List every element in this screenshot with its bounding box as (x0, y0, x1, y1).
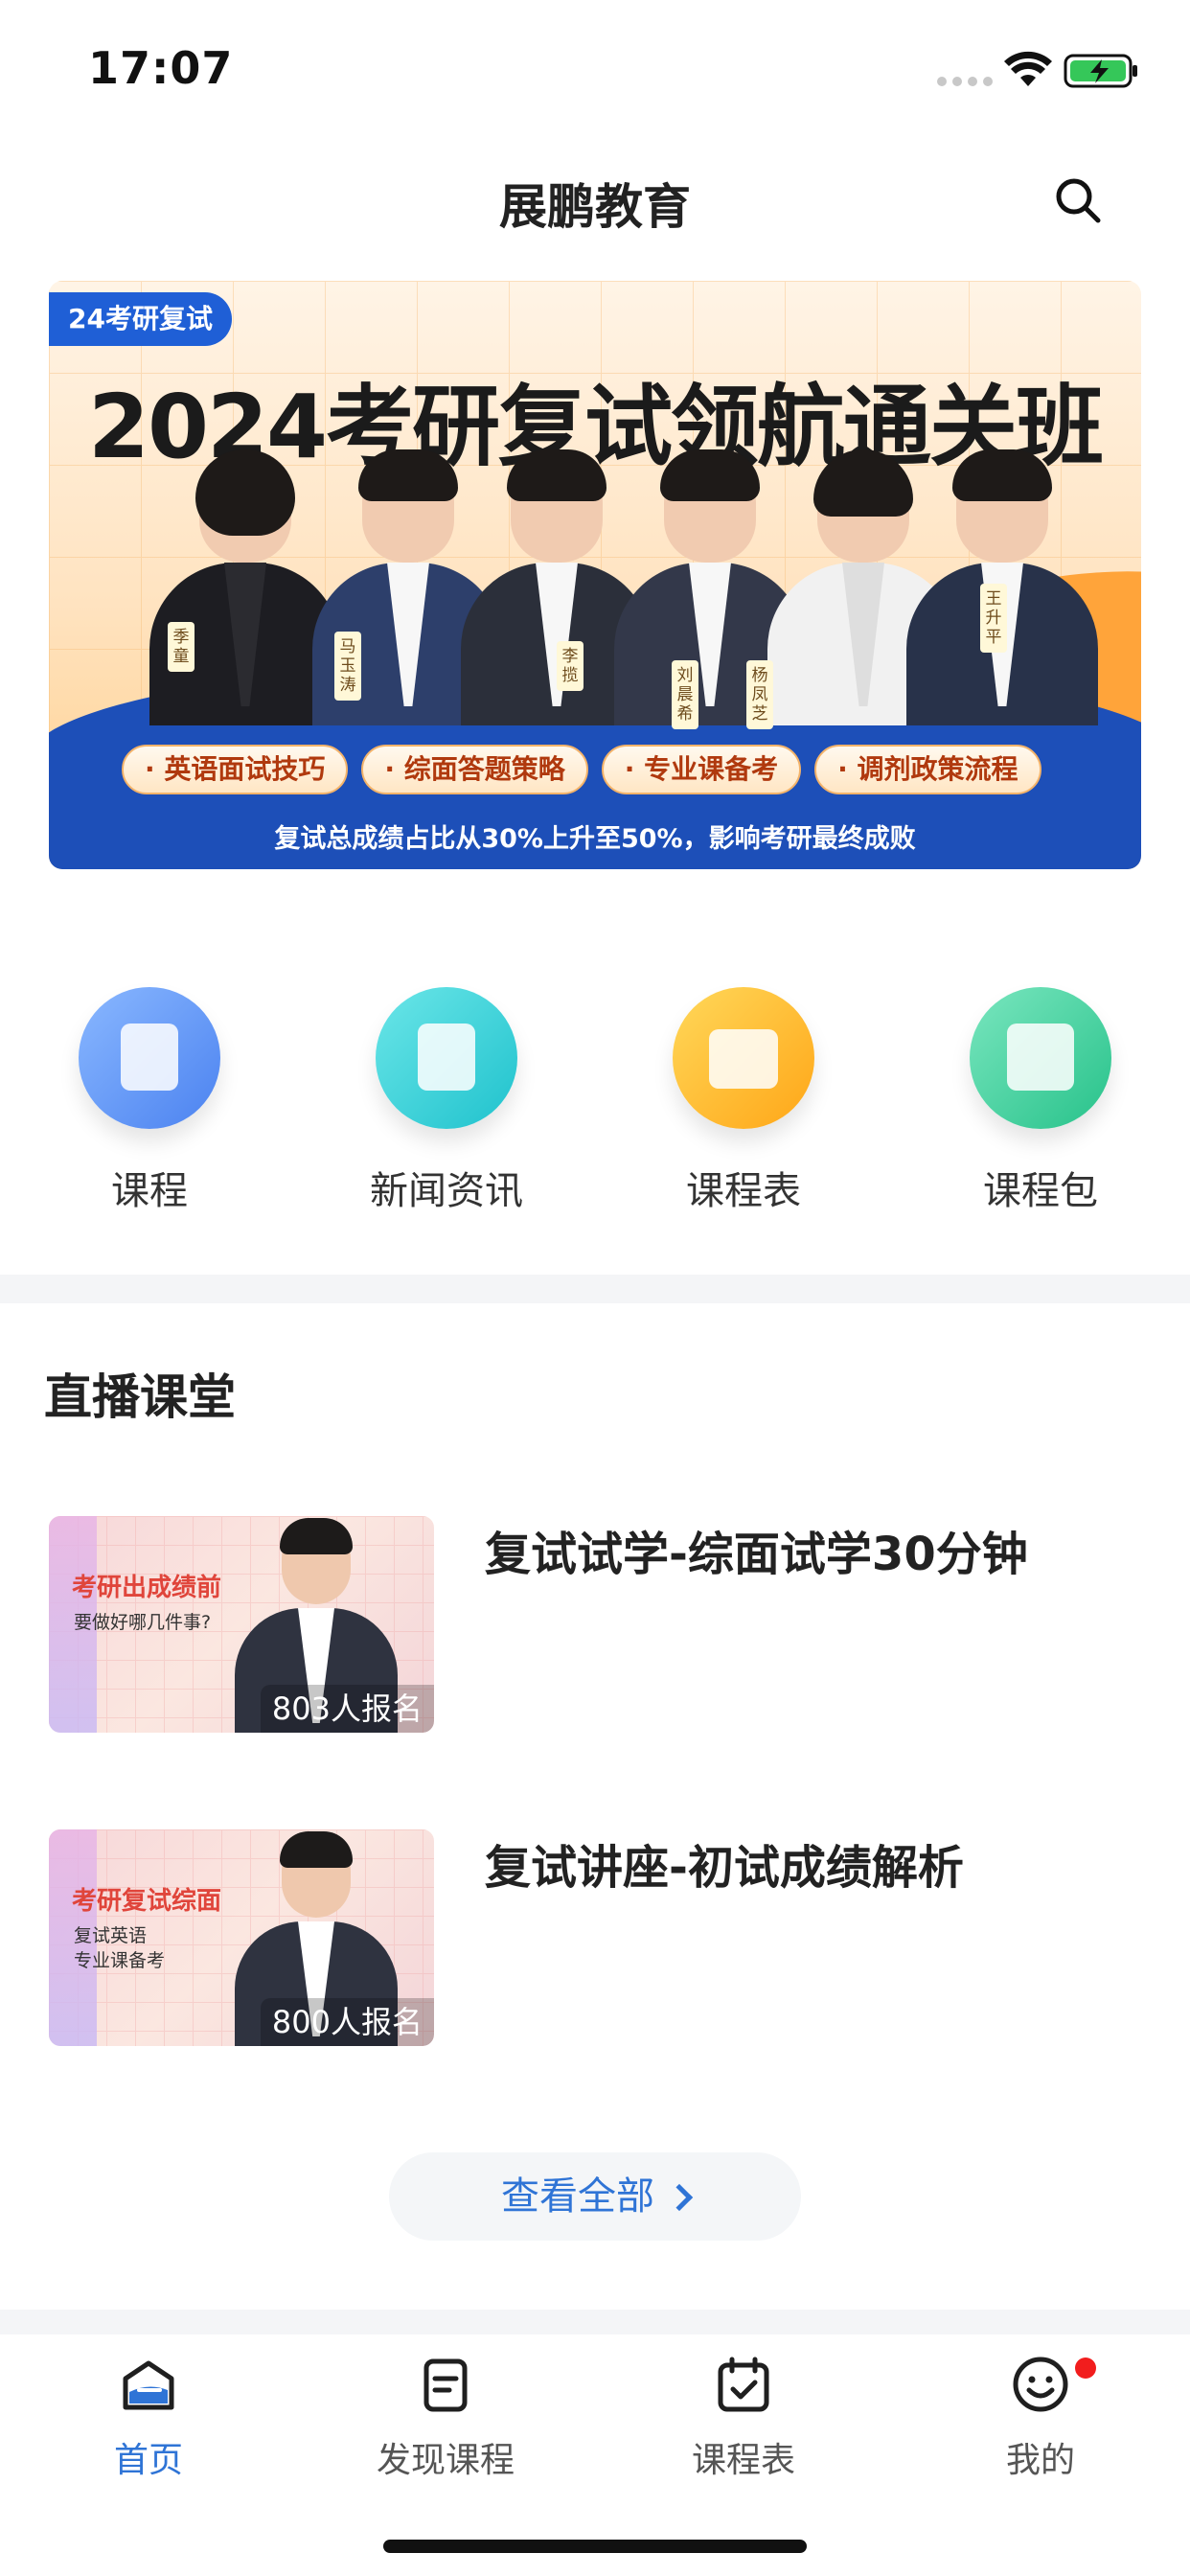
course-thumbnail: 考研出成绩前 要做好哪几件事? 803人报名 (49, 1516, 434, 1733)
menu-item-label: 课程包 (983, 1169, 1098, 1213)
menu-item-label: 课程表 (686, 1169, 801, 1213)
section-title-live: 直播课堂 (44, 1369, 236, 1425)
live-course-card[interactable]: 考研复试综面 复试英语 专业课备考 800人报名 复试讲座-初试成绩解析 (49, 1829, 1151, 2046)
view-all-label: 查看全部 (501, 2174, 654, 2219)
quick-menu: 课程 新闻资讯 课程表 课程包 (0, 982, 1190, 1215)
banner-pill: · 调剂政策流程 (814, 745, 1041, 794)
menu-item-label: 课程 (111, 1169, 188, 1213)
banner-pill: · 综面答题策略 (361, 745, 588, 794)
discover-icon (423, 2358, 468, 2412)
tab-label: 我的 (1005, 2441, 1075, 2480)
thumbnail-heading: 考研复试综面 (72, 1887, 222, 1916)
teacher-name-tag: 王升平 (980, 584, 1007, 653)
banner-pill: · 英语面试技巧 (122, 745, 349, 794)
menu-item-courses[interactable]: 课程 (34, 982, 264, 1215)
search-icon[interactable] (1050, 172, 1108, 230)
teacher-name-tag: 季童 (168, 622, 195, 672)
enroll-count: 800人报名 (260, 1998, 434, 2046)
section-divider (0, 1275, 1190, 1303)
home-icon (123, 2360, 174, 2410)
view-all-button[interactable]: 查看全部 (389, 2152, 801, 2241)
tab-discover[interactable]: 发现课程 (331, 2354, 561, 2482)
enroll-count: 803人报名 (260, 1685, 434, 1733)
book-open-icon (970, 987, 1111, 1129)
profile-icon (1013, 2357, 1068, 2412)
banner-tag: 24考研复试 (49, 292, 232, 346)
status-time: 17:07 (88, 42, 234, 94)
chevron-right-icon (665, 2183, 694, 2212)
status-bar: 17:07 (0, 0, 1190, 134)
cellular-signal-icon (937, 77, 993, 86)
thumbnail-subtext: 要做好哪几件事? (74, 1612, 212, 1633)
banner-feature-pills: · 英语面试技巧 · 综面答题策略 · 专业课备考 · 调剂政策流程 (122, 745, 1041, 794)
teacher-name-tag: 刘晨希 (672, 660, 698, 729)
live-course-card[interactable]: 考研出成绩前 要做好哪几件事? 803人报名 复试试学-综面试学30分钟 (49, 1516, 1151, 1733)
tab-profile[interactable]: 我的 (926, 2354, 1156, 2482)
promo-banner[interactable]: 24考研复试 2024考研复试领航通关班 季童 马玉涛 李揽 刘晨希 杨凤芝 王… (49, 281, 1141, 869)
banner-footer-text: 复试总成绩占比从30%上升至50%，影响考研最终成败 (274, 824, 916, 854)
teacher-name-tag: 杨凤芝 (746, 660, 773, 729)
news-icon (376, 987, 517, 1129)
teacher-name-tag: 马玉涛 (334, 632, 361, 701)
tab-label: 课程表 (691, 2441, 795, 2480)
teacher-name-tag: 李揽 (557, 641, 584, 691)
teacher-portrait (149, 449, 341, 725)
menu-item-course-packs[interactable]: 课程包 (926, 982, 1156, 1215)
tab-label: 发现课程 (376, 2441, 515, 2480)
calendar-icon (673, 987, 814, 1129)
course-thumbnail: 考研复试综面 复试英语 专业课备考 800人报名 (49, 1829, 434, 2046)
tab-home[interactable]: 首页 (34, 2354, 263, 2482)
menu-item-news[interactable]: 新闻资讯 (332, 982, 561, 1215)
battery-charging-icon (1064, 54, 1137, 88)
tab-schedule[interactable]: 课程表 (629, 2354, 858, 2482)
home-indicator (383, 2540, 807, 2553)
section-divider (0, 2310, 1190, 2334)
calendar-icon (718, 2357, 769, 2412)
banner-pill: · 专业课备考 (601, 745, 802, 794)
thumbnail-heading: 考研出成绩前 (72, 1574, 222, 1602)
notification-badge (1075, 2358, 1096, 2379)
app-title: 展鹏教育 (499, 179, 691, 235)
wifi-icon (1004, 51, 1052, 86)
thumbnail-subtext: 复试英语 专业课备考 (74, 1925, 166, 1971)
menu-item-label: 新闻资讯 (370, 1169, 523, 1213)
course-title: 复试试学-综面试学30分钟 (485, 1528, 1028, 1581)
course-title: 复试讲座-初试成绩解析 (485, 1841, 964, 1895)
menu-item-schedule[interactable]: 课程表 (629, 982, 858, 1215)
book-icon (79, 987, 220, 1129)
tab-label: 首页 (113, 2441, 183, 2480)
